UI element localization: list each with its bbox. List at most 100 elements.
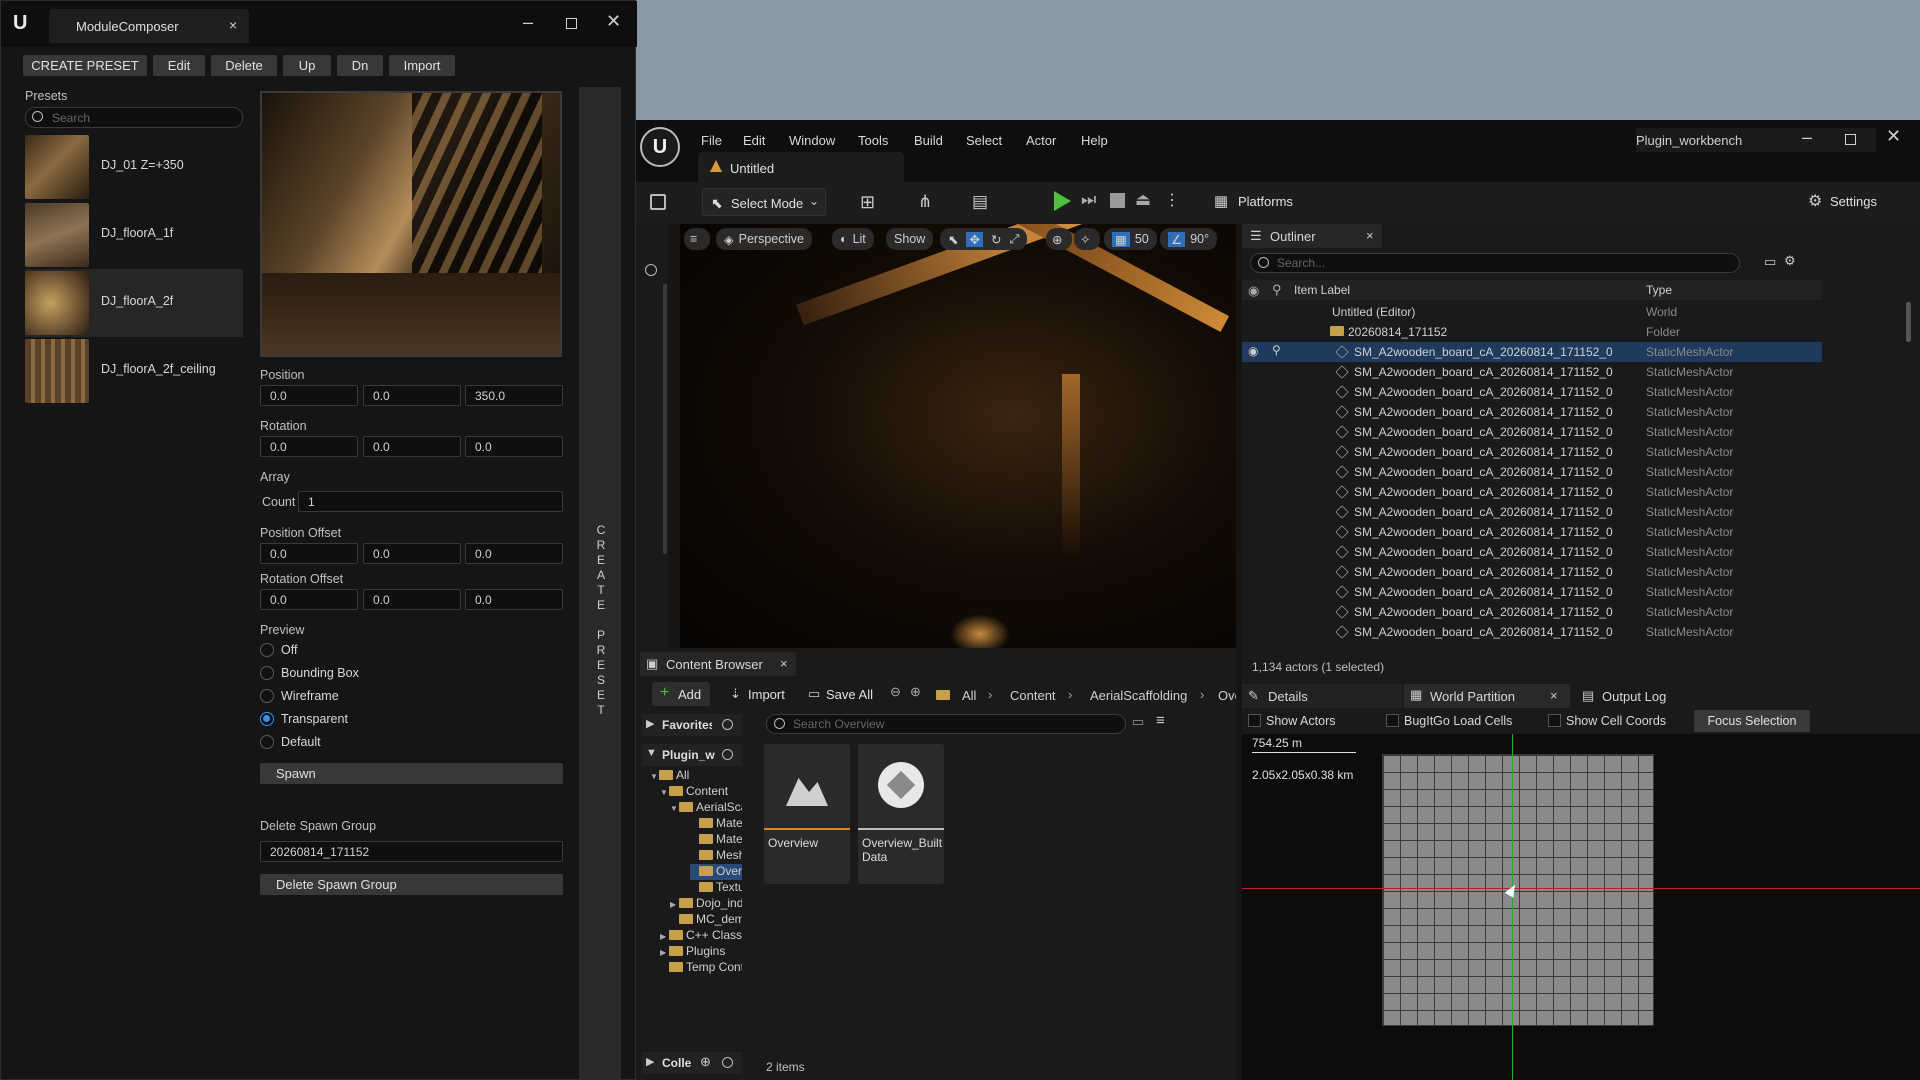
folder-tree-item[interactable]: Texture	[690, 880, 742, 896]
bugitgo-load-cells-toggle[interactable]: BugItGo Load Cells	[1386, 712, 1536, 730]
radio-button[interactable]	[260, 689, 274, 703]
tree-toggle-icon[interactable]: ▶	[660, 932, 669, 941]
cinematics-icon[interactable]: ▤	[972, 192, 988, 212]
menu-tools[interactable]: Tools	[858, 133, 888, 148]
rotation-offset-y-input[interactable]: 0.0	[363, 589, 461, 610]
position-z-input[interactable]: 350.0	[465, 385, 563, 406]
minimap[interactable]	[1382, 754, 1654, 1026]
collections-section[interactable]: ▶ Colle ⊕	[642, 1052, 742, 1074]
folder-tree-item[interactable]: ▼ All	[650, 768, 742, 784]
position-y-input[interactable]: 0.0	[363, 385, 461, 406]
menu-edit[interactable]: Edit	[743, 133, 765, 148]
asset-tile[interactable]: Overview	[764, 744, 850, 884]
import-button[interactable]: ⇣ Import	[730, 686, 800, 704]
preview-option-default[interactable]: Default	[260, 733, 460, 751]
radio-button[interactable]	[260, 643, 274, 657]
pin-icon[interactable]: ⚲	[1272, 343, 1281, 357]
show-button[interactable]: Show	[886, 228, 934, 250]
rotation-y-input[interactable]: 0.0	[363, 436, 461, 457]
save-search-icon[interactable]: ▭	[1132, 714, 1144, 730]
outliner-tab[interactable]: ☰ Outliner ×	[1242, 224, 1382, 248]
breadcrumb-content[interactable]: Content	[1010, 688, 1056, 703]
menu-build[interactable]: Build	[914, 133, 943, 148]
folder-tree-item[interactable]: Mesh	[690, 848, 742, 864]
asset-search-input[interactable]: Search Overview	[766, 714, 1126, 734]
checkbox[interactable]	[1548, 714, 1561, 727]
outliner-actor-row[interactable]: SM_A2wooden_board_cA_20260814_171152_0 St…	[1242, 502, 1822, 522]
rotation-offset-z-input[interactable]: 0.0	[465, 589, 563, 610]
outliner-world-row[interactable]: Untitled (Editor) World	[1242, 302, 1822, 322]
minimize-icon[interactable]: –	[523, 12, 533, 33]
menu-help[interactable]: Help	[1081, 133, 1108, 148]
radio-button-selected[interactable]	[260, 712, 274, 726]
checkbox[interactable]	[1386, 714, 1399, 727]
settings-dropdown[interactable]: ⚙ Settings	[1808, 192, 1908, 212]
folder-tree-item[interactable]: ▶ C++ Classe	[660, 928, 742, 944]
checkbox[interactable]	[1248, 714, 1261, 727]
select-tool-icon[interactable]: ⬉	[948, 232, 958, 247]
close-icon[interactable]: ✕	[1886, 126, 1901, 147]
world-local-icon[interactable]: ⊕	[1046, 228, 1072, 250]
folder-tree-item[interactable]: ▼ Content	[660, 784, 742, 800]
folder-tree-item[interactable]: Materia	[690, 816, 742, 832]
rotate-tool-icon[interactable]: ↻	[991, 232, 1001, 247]
rotation-x-input[interactable]: 0.0	[260, 436, 358, 457]
down-button[interactable]: Dn	[337, 55, 383, 76]
outliner-actor-row[interactable]: SM_A2wooden_board_cA_20260814_171152_0 St…	[1242, 602, 1822, 622]
grid-snap-button[interactable]: ▦ 50	[1104, 228, 1157, 250]
tab-details[interactable]: ✎ Details	[1242, 684, 1402, 708]
level-viewport[interactable]	[680, 224, 1236, 648]
preset-item-selected[interactable]: DJ_floorA_2f	[25, 269, 243, 337]
outliner-actor-row[interactable]: SM_A2wooden_board_cA_20260814_171152_0 St…	[1242, 482, 1822, 502]
add-collection-icon[interactable]: ⊕	[700, 1054, 711, 1070]
surface-snap-icon[interactable]: ✧	[1074, 228, 1100, 250]
menu-select[interactable]: Select	[966, 133, 1002, 148]
count-input[interactable]: 1	[298, 491, 563, 512]
outliner-actor-row[interactable]: SM_A2wooden_board_cA_20260814_171152_0 St…	[1242, 562, 1822, 582]
angle-snap-button[interactable]: ∠ 90°	[1160, 228, 1218, 250]
import-button[interactable]: Import	[389, 55, 455, 76]
folder-tree-item-selected[interactable]: Overvie	[690, 864, 742, 880]
preview-option-off[interactable]: Off	[260, 641, 460, 659]
tab-close-icon[interactable]: ×	[229, 17, 237, 33]
tab-world-partition[interactable]: ▦ World Partition ×	[1404, 684, 1570, 708]
maximize-icon[interactable]	[566, 18, 577, 29]
content-browser-tab[interactable]: ▣ Content Browser ×	[640, 652, 796, 676]
outliner-actor-row[interactable]: SM_A2wooden_board_cA_20260814_171152_0 St…	[1242, 422, 1822, 442]
mode-scrollbar[interactable]	[663, 284, 667, 554]
back-icon[interactable]: ⊖	[890, 684, 901, 700]
lit-button[interactable]: ◐ Lit	[832, 228, 874, 250]
radio-button[interactable]	[260, 735, 274, 749]
platforms-dropdown[interactable]: ▦ Platforms	[1214, 192, 1324, 212]
preset-search-input[interactable]: Search	[25, 107, 243, 128]
spawn-button[interactable]: Spawn	[260, 763, 563, 784]
outliner-actor-row[interactable]: SM_A2wooden_board_cA_20260814_171152_0 St…	[1242, 402, 1822, 422]
outliner-actor-row[interactable]: SM_A2wooden_board_cA_20260814_171152_0 St…	[1242, 582, 1822, 602]
outliner-actor-row[interactable]: SM_A2wooden_board_cA_20260814_171152_0 St…	[1242, 462, 1822, 482]
select-mode-dropdown[interactable]: ⬉ Select Mode ⌄	[702, 188, 826, 216]
tree-toggle-icon[interactable]: ▶	[660, 948, 669, 957]
preview-option-wireframe[interactable]: Wireframe	[260, 687, 460, 705]
preview-option-transparent[interactable]: Transparent	[260, 710, 460, 728]
outliner-actor-row[interactable]: SM_A2wooden_board_cA_20260814_171152_0 St…	[1242, 522, 1822, 542]
maximize-icon[interactable]	[1845, 134, 1856, 145]
create-preset-button[interactable]: CREATE PRESET	[23, 55, 147, 76]
menu-actor[interactable]: Actor	[1026, 133, 1056, 148]
stop-icon[interactable]	[1110, 193, 1125, 208]
step-icon[interactable]: ⏭	[1081, 190, 1096, 210]
scale-tool-icon[interactable]: ⤢	[1009, 232, 1019, 247]
focus-selection-button[interactable]: Focus Selection	[1694, 710, 1810, 732]
folder-tree-item[interactable]: ▶ Dojo_ind	[670, 896, 742, 912]
save-all-button[interactable]: ▭ Save All	[808, 686, 888, 704]
outliner-search-input[interactable]: Search...	[1250, 253, 1740, 273]
search-icon[interactable]	[722, 1057, 733, 1068]
up-button[interactable]: Up	[283, 55, 331, 76]
spawn-group-input[interactable]: 20260814_171152	[260, 841, 563, 862]
preview-option-bounding-box[interactable]: Bounding Box	[260, 664, 460, 682]
add-button[interactable]: + Add	[652, 682, 710, 706]
add-actor-icon[interactable]: ⊞	[860, 192, 875, 213]
outliner-folder-row[interactable]: 20260814_171152 Folder	[1242, 322, 1822, 342]
gear-icon[interactable]: ⚙	[1784, 253, 1796, 269]
delete-spawn-group-button[interactable]: Delete Spawn Group	[260, 874, 563, 895]
preset-item[interactable]: DJ_floorA_1f	[25, 201, 243, 269]
